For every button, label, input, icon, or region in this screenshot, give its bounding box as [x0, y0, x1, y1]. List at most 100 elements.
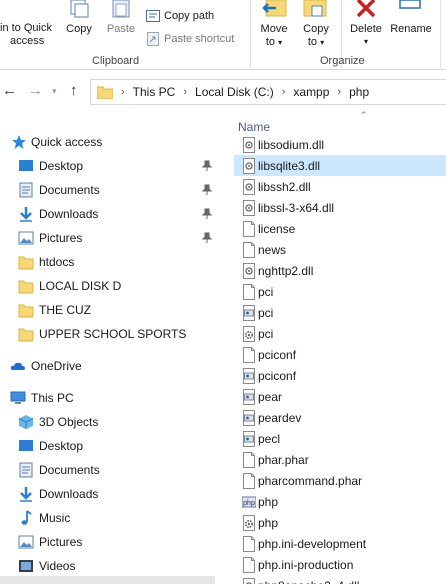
- file-row[interactable]: libssh2.dll: [234, 176, 446, 197]
- nav-item-htdocs[interactable]: htdocs: [0, 251, 220, 273]
- file-row[interactable]: license: [234, 218, 446, 239]
- nav-item-upper-school-sports[interactable]: UPPER SCHOOL SPORTS: [0, 323, 220, 345]
- dll-icon: [243, 178, 255, 195]
- nav-label: Quick access: [31, 135, 103, 149]
- file-row[interactable]: pci: [234, 323, 446, 344]
- nav-item-pc-desktop[interactable]: Desktop: [0, 435, 220, 457]
- nav-item-desktop[interactable]: Desktop: [0, 155, 220, 177]
- nav-item-documents[interactable]: Documents: [0, 179, 220, 201]
- file-row[interactable]: libsqlite3.dll: [234, 155, 446, 176]
- up-arrow-icon[interactable]: ↑: [70, 82, 78, 99]
- pin-icon[interactable]: [202, 232, 212, 244]
- nav-item-videos[interactable]: Videos: [0, 555, 220, 577]
- copy-path-button[interactable]: Copy path: [146, 10, 214, 22]
- file-name: peardev: [258, 410, 302, 425]
- nav-item-pictures[interactable]: Pictures: [0, 227, 220, 249]
- pin-icon[interactable]: [202, 160, 212, 172]
- recent-chevron-icon[interactable]: ▾: [52, 86, 57, 97]
- breadcrumb-separator-icon[interactable]: ›: [337, 86, 341, 98]
- nav-item-pc-pictures[interactable]: Pictures: [0, 531, 220, 553]
- nav-item-downloads[interactable]: Downloads: [0, 203, 220, 225]
- ribbon: in to Quick access Copy Paste Copy path: [0, 0, 446, 70]
- delete-x-icon: [356, 0, 376, 18]
- folder-icon: [18, 328, 34, 342]
- forward-arrow-icon[interactable]: →: [28, 82, 43, 99]
- copy-path-label: Copy path: [164, 10, 215, 22]
- nav-item-music[interactable]: Music: [0, 507, 220, 529]
- paste-shortcut-label: Paste shortcut: [164, 33, 235, 45]
- nav-label: Pictures: [39, 231, 83, 245]
- file-name: pciconf: [258, 347, 297, 362]
- file-row[interactable]: pci: [234, 281, 446, 302]
- file-row[interactable]: phar.phar: [234, 449, 446, 470]
- file-row[interactable]: php.ini-production: [234, 554, 446, 575]
- nav-item-this-pc[interactable]: This PC: [0, 387, 220, 409]
- documents-icon: [19, 462, 33, 478]
- file-row[interactable]: pciconf: [234, 365, 446, 386]
- nav-item-onedrive[interactable]: OneDrive: [0, 355, 220, 377]
- dll-icon: [243, 577, 255, 584]
- dll-icon: [243, 136, 255, 153]
- settings-file-icon: [243, 304, 255, 321]
- copy-path-icon: [146, 10, 160, 22]
- nav-item-the-cuz[interactable]: THE CUZ: [0, 299, 220, 321]
- dll-icon: [243, 262, 255, 279]
- copy-to-chevron-icon: ▾: [320, 38, 325, 47]
- folder-icon: [18, 304, 34, 318]
- file-name: pci: [258, 326, 274, 341]
- pin-to-quick-access-button[interactable]: in to Quick access: [0, 22, 58, 48]
- file-row[interactable]: libsodium.dll: [234, 134, 446, 155]
- settings-file-icon: [243, 409, 255, 426]
- pin-icon[interactable]: [202, 184, 212, 196]
- folder-icon: [97, 86, 113, 99]
- file-row[interactable]: php8apache2_4.dll: [234, 575, 446, 584]
- sort-ascending-icon: ⌃: [360, 110, 368, 120]
- file-row[interactable]: pciconf: [234, 344, 446, 365]
- address-bar[interactable]: › This PC › Local Disk (C:) › xampp › ph…: [90, 79, 446, 105]
- gear-file-icon: [243, 325, 255, 342]
- breadcrumb-separator-icon[interactable]: ›: [282, 86, 286, 98]
- file-name: pci: [258, 305, 274, 320]
- nav-label: 3D Objects: [39, 415, 99, 429]
- breadcrumb-separator-icon[interactable]: ›: [183, 86, 187, 98]
- breadcrumb-php[interactable]: php: [349, 85, 369, 99]
- file-row[interactable]: nghttp2.dll: [234, 260, 446, 281]
- nav-item-pc-downloads[interactable]: Downloads: [0, 483, 220, 505]
- pin-icon[interactable]: [202, 208, 212, 220]
- file-row[interactable]: peardev: [234, 407, 446, 428]
- file-name: php.ini-development: [258, 536, 367, 551]
- rename-icon: [399, 0, 421, 9]
- pictures-icon: [18, 231, 34, 245]
- svg-text:php: php: [243, 500, 255, 507]
- file-name: pharcommand.phar: [258, 473, 363, 488]
- file-icon: [243, 451, 255, 468]
- file-row[interactable]: pear: [234, 386, 446, 407]
- back-arrow-icon[interactable]: ←: [2, 82, 17, 99]
- file-icon: [243, 556, 255, 573]
- nav-item-local-disk-d[interactable]: LOCAL DISK D: [0, 275, 220, 297]
- file-row[interactable]: php php: [234, 491, 446, 512]
- file-name: php.ini-production: [258, 557, 354, 572]
- nav-item-pc-documents[interactable]: Documents: [0, 459, 220, 481]
- file-row[interactable]: news: [234, 239, 446, 260]
- column-header-name[interactable]: Name: [238, 120, 270, 134]
- paste-shortcut-icon: [147, 32, 159, 46]
- breadcrumb-local-disk[interactable]: Local Disk (C:): [195, 85, 274, 99]
- nav-item-quick-access[interactable]: Quick access: [0, 131, 220, 153]
- file-icon: [243, 220, 255, 237]
- file-row[interactable]: pharcommand.phar: [234, 470, 446, 491]
- horizontal-scrollbar[interactable]: [0, 576, 215, 584]
- file-row[interactable]: php.ini-development: [234, 533, 446, 554]
- nav-label: Desktop: [39, 159, 84, 173]
- file-row[interactable]: pecl: [234, 428, 446, 449]
- file-row[interactable]: php: [234, 512, 446, 533]
- file-row[interactable]: libssl-3-x64.dll: [234, 197, 446, 218]
- file-name: pci: [258, 284, 274, 299]
- nav-item-3d-objects[interactable]: 3D Objects: [0, 411, 220, 433]
- paste-shortcut-button[interactable]: Paste shortcut: [146, 32, 234, 46]
- breadcrumb-this-pc[interactable]: This PC: [133, 85, 176, 99]
- file-name: pear: [258, 389, 283, 404]
- file-row[interactable]: pci: [234, 302, 446, 323]
- breadcrumb-xampp[interactable]: xampp: [293, 85, 329, 99]
- nav-label: OneDrive: [31, 359, 82, 373]
